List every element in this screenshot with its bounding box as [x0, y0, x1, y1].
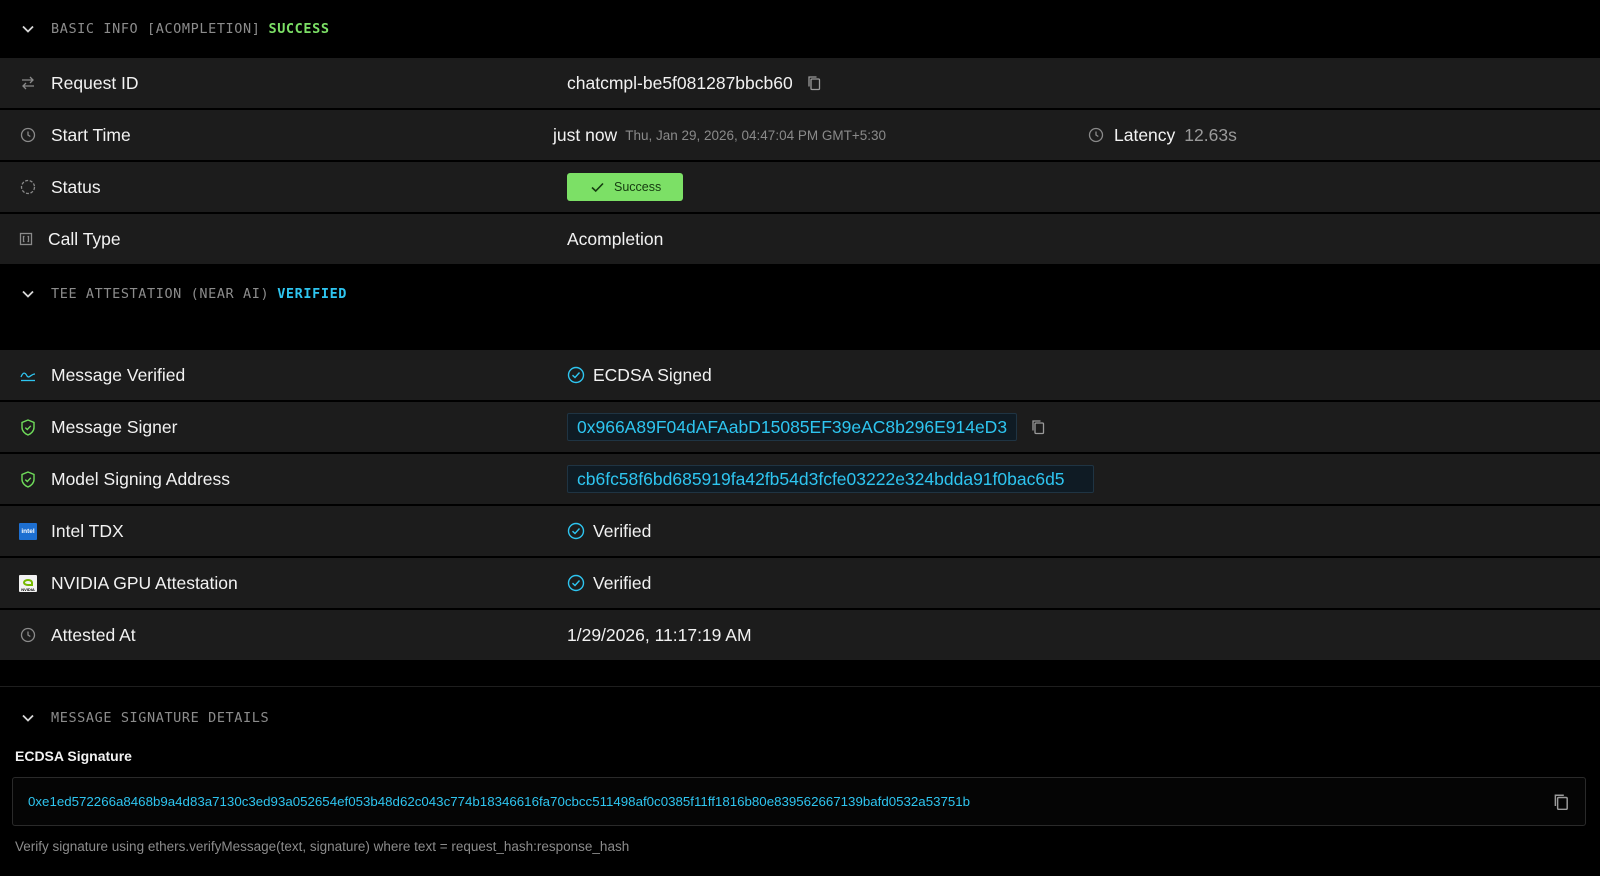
message-verified-row: Message Verified ECDSA Signed [0, 350, 1600, 400]
check-circle-icon [567, 574, 585, 592]
message-signer-value: 0x966A89F04dAFAabD15085EF39eAC8b296E914e… [567, 402, 1047, 452]
check-circle-icon [567, 522, 585, 540]
verification-hint: Verify signature using ethers.verifyMess… [15, 839, 630, 854]
nvidia-logo-icon: NVIDIA [19, 574, 37, 592]
nvidia-gpu-label: NVIDIA GPU Attestation [51, 573, 238, 593]
start-time-label: Start Time [51, 125, 131, 145]
status-label: Status [51, 177, 101, 197]
message-verified-text: ECDSA Signed [593, 364, 712, 385]
attested-at-label: Attested At [51, 625, 136, 645]
trend-icon [19, 366, 37, 384]
intel-logo-icon: intel [19, 522, 37, 540]
status-circle-icon [19, 178, 37, 196]
status-value: Success [567, 162, 684, 212]
message-signer-label: Message Signer [51, 417, 178, 437]
shield-check-icon [19, 418, 37, 436]
signature-details-header[interactable]: MESSAGE SIGNATURE DETAILS [0, 690, 1600, 746]
start-time-row: Start Time just now Thu, Jan 29, 2026, 0… [0, 110, 1600, 160]
message-signer-row: Message Signer 0x966A89F04dAFAabD15085EF… [0, 402, 1600, 452]
call-type-label: Call Type [48, 229, 121, 249]
intel-tdx-status: Verified [593, 520, 652, 541]
basic-info-header[interactable]: BASIC INFO [ACOMPLETION] SUCCESS [0, 0, 1600, 58]
model-signing-address-text[interactable]: cb6fc58f6bd685919fa42fb54d3fcfe03222e324… [567, 465, 1094, 493]
latency-group: Latency 12.63s [1088, 110, 1237, 160]
section-title: TEE ATTESTATION (NEAR AI) VERIFIED [51, 286, 348, 302]
request-id-value: chatcmpl-be5f081287bbcb60 [567, 58, 823, 108]
start-time-relative: just now [553, 124, 618, 145]
start-time-value: just now Thu, Jan 29, 2026, 04:47:04 PM … [553, 110, 886, 160]
model-signing-address-value: cb6fc58f6bd685919fa42fb54d3fcfe03222e324… [567, 454, 1094, 504]
latency-label: Latency [1114, 124, 1176, 145]
call-type-row: Call Type Acompletion [0, 214, 1600, 264]
section-title: BASIC INFO [ACOMPLETION] SUCCESS [51, 21, 330, 37]
shield-check-icon [19, 470, 37, 488]
copy-icon[interactable] [1029, 418, 1047, 436]
chevron-down-icon[interactable] [20, 21, 36, 37]
tee-attestation-header[interactable]: TEE ATTESTATION (NEAR AI) VERIFIED [0, 264, 1600, 344]
status-badge: Success [567, 173, 684, 201]
copy-icon[interactable] [1553, 793, 1571, 811]
message-signer-address[interactable]: 0x966A89F04dAFAabD15085EF39eAC8b296E914e… [567, 413, 1018, 441]
intel-tdx-label: Intel TDX [51, 521, 124, 541]
chevron-down-icon[interactable] [20, 286, 36, 302]
call-type-value: Acompletion [567, 228, 664, 249]
message-verified-value: ECDSA Signed [567, 350, 712, 400]
intel-tdx-value: Verified [567, 506, 651, 556]
clock-icon [19, 126, 37, 144]
status-badge-text: Success [614, 180, 662, 194]
attested-at-value: 1/29/2026, 11:17:19 AM [567, 624, 752, 645]
clock-icon [1088, 127, 1104, 143]
success-badge: SUCCESS [268, 21, 330, 37]
check-circle-icon [567, 366, 585, 384]
ecdsa-signature-label: ECDSA Signature [15, 748, 132, 764]
nvidia-gpu-value: Verified [567, 558, 651, 608]
nvidia-gpu-row: NVIDIA NVIDIA GPU Attestation Verified [0, 558, 1600, 608]
request-id-label: Request ID [51, 73, 139, 93]
arrows-swap-icon [19, 74, 37, 92]
section-title: MESSAGE SIGNATURE DETAILS [51, 710, 270, 726]
clock-icon [19, 626, 37, 644]
attested-at-row: Attested At 1/29/2026, 11:17:19 AM [0, 610, 1600, 660]
intel-tdx-row: intel Intel TDX Verified [0, 506, 1600, 556]
ecdsa-signature-value[interactable]: 0xe1ed572266a8468b9a4d83a7130c3ed93a0526… [28, 794, 970, 809]
nvidia-gpu-status: Verified [593, 572, 652, 593]
chevron-down-icon[interactable] [20, 710, 36, 726]
latency-value: 12.63s [1184, 124, 1237, 145]
check-icon [591, 182, 604, 192]
request-id-text: chatcmpl-be5f081287bbcb60 [567, 72, 793, 93]
copy-icon[interactable] [805, 74, 823, 92]
message-verified-label: Message Verified [51, 365, 186, 385]
model-signing-address-label: Model Signing Address [51, 469, 230, 489]
status-row: Status Success [0, 162, 1600, 212]
model-signing-address-row: Model Signing Address cb6fc58f6bd685919f… [0, 454, 1600, 504]
code-bracket-icon [17, 230, 35, 248]
start-time-absolute: Thu, Jan 29, 2026, 04:47:04 PM GMT+5:30 [625, 127, 886, 143]
section-divider [0, 686, 1600, 687]
request-id-row: Request ID chatcmpl-be5f081287bbcb60 [0, 58, 1600, 108]
ecdsa-signature-box[interactable]: 0xe1ed572266a8468b9a4d83a7130c3ed93a0526… [12, 777, 1586, 826]
verified-badge: VERIFIED [277, 286, 348, 302]
